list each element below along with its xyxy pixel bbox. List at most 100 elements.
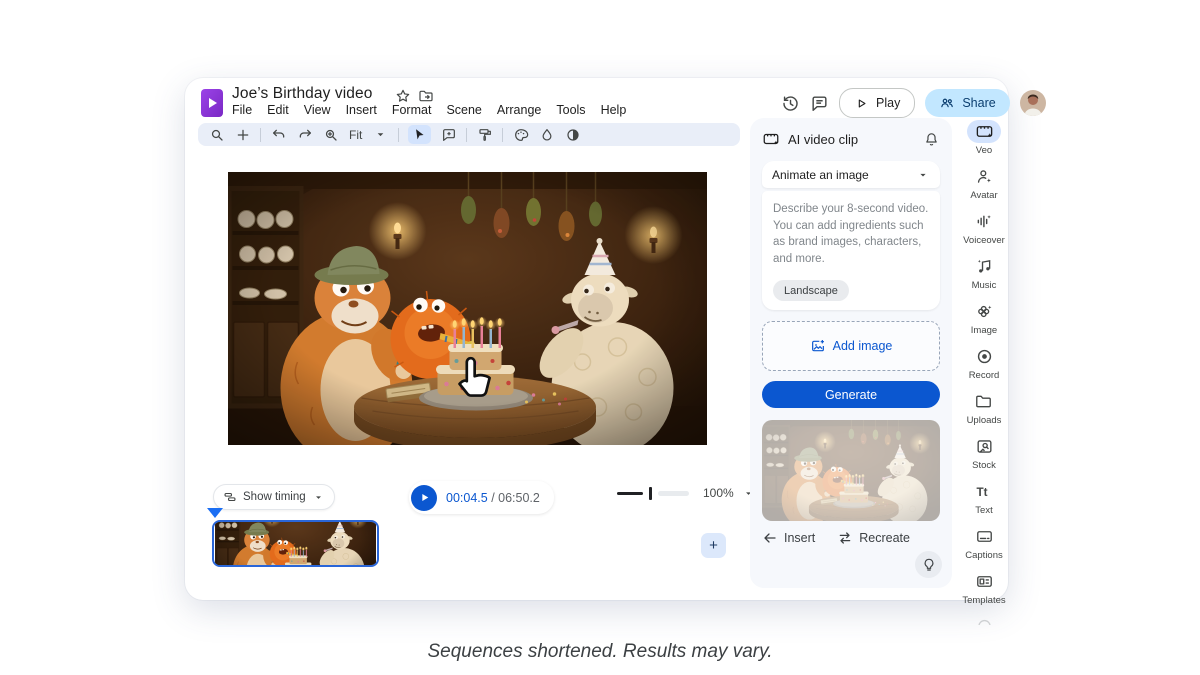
- show-timing-label: Show timing: [243, 491, 306, 503]
- text-icon: Tt: [967, 480, 1001, 503]
- tools-rail: Veo Avatar Voiceover Music Image Record: [960, 120, 1008, 625]
- aspect-ratio-chip[interactable]: Landscape: [773, 280, 849, 301]
- rail-item-uploads[interactable]: Uploads: [967, 390, 1002, 426]
- prompt-placeholder: Describe your 8-second video. You can ad…: [773, 201, 929, 268]
- user-avatar[interactable]: [1020, 90, 1046, 116]
- menu-arrange[interactable]: Arrange: [497, 103, 541, 117]
- redo-icon[interactable]: [296, 126, 313, 143]
- rail-item-music[interactable]: Music: [967, 255, 1001, 291]
- svg-text:Tt: Tt: [977, 485, 988, 498]
- add-image-label: Add image: [833, 339, 893, 353]
- recreate-button[interactable]: Recreate: [837, 530, 910, 546]
- rail-item-text[interactable]: Tt Text: [967, 480, 1001, 516]
- mode-select-dropdown[interactable]: Animate an image: [762, 161, 940, 188]
- filmstrip-scene-thumbnail[interactable]: [212, 520, 379, 567]
- veo-icon: [967, 120, 1001, 143]
- templates-icon: [967, 570, 1001, 593]
- generated-preview-thumbnail[interactable]: [762, 420, 940, 521]
- menu-tools[interactable]: Tools: [556, 103, 585, 117]
- rail-item-captions[interactable]: Captions: [965, 525, 1003, 561]
- rail-item-veo[interactable]: Veo: [967, 120, 1001, 156]
- select-cursor-tool[interactable]: [408, 125, 431, 144]
- music-icon: [967, 255, 1001, 278]
- playback-control: 00:04.5 / 06:50.2: [409, 481, 554, 514]
- menu-scene[interactable]: Scene: [446, 103, 481, 117]
- palette-icon[interactable]: [512, 126, 529, 143]
- comment-icon[interactable]: [810, 94, 829, 113]
- chevron-down-icon: [312, 491, 325, 504]
- zoom-slider-thumb[interactable]: [649, 487, 652, 500]
- chevron-down-icon: [916, 168, 930, 182]
- disclaimer-caption: Sequences shortened. Results may vary.: [0, 641, 1200, 663]
- menu-file[interactable]: File: [232, 103, 252, 117]
- pointer-cursor-icon: [453, 354, 499, 400]
- move-folder-icon[interactable]: [418, 88, 434, 104]
- captions-icon: [967, 525, 1001, 548]
- generate-button[interactable]: Generate: [762, 381, 940, 408]
- bell-icon[interactable]: [923, 131, 940, 148]
- paint-roller-icon[interactable]: [476, 126, 493, 143]
- timeline-play-button[interactable]: [411, 485, 437, 511]
- image-gen-icon: [967, 300, 1001, 323]
- zoom-in-icon[interactable]: [322, 126, 339, 143]
- share-button[interactable]: Share: [925, 89, 1009, 117]
- zoom-level-label[interactable]: 100%: [703, 486, 734, 500]
- star-icon[interactable]: [395, 88, 411, 104]
- menu-format[interactable]: Format: [392, 103, 432, 117]
- prompt-input[interactable]: Describe your 8-second video. You can ad…: [762, 191, 940, 310]
- video-canvas[interactable]: [228, 172, 707, 445]
- zoom-slider[interactable]: [617, 492, 643, 495]
- current-time: 00:04.5: [446, 491, 488, 505]
- timeline-zoom-control: 100%: [617, 486, 755, 500]
- show-timing-button[interactable]: Show timing: [213, 484, 335, 510]
- search-icon[interactable]: [208, 126, 225, 143]
- timing-icon: [223, 490, 237, 504]
- menu-insert[interactable]: Insert: [346, 103, 377, 117]
- toolbar-divider: [398, 128, 399, 142]
- menu-bar: File Edit View Insert Format Scene Arran…: [232, 103, 626, 117]
- time-display: 00:04.5 / 06:50.2: [446, 491, 540, 505]
- app-window: Joe’s Birthday video File Edit View Inse…: [185, 78, 1008, 600]
- zoom-slider-track[interactable]: [658, 491, 689, 496]
- menu-view[interactable]: View: [304, 103, 331, 117]
- add-scene-button[interactable]: +: [701, 533, 726, 558]
- voiceover-icon: [967, 210, 1001, 233]
- document-title[interactable]: Joe’s Birthday video: [232, 85, 372, 103]
- avatar-icon: [967, 165, 1001, 188]
- rail-item-record[interactable]: Record: [967, 345, 1001, 381]
- ai-video-clip-panel: AI video clip Animate an image Describe …: [750, 118, 952, 588]
- veo-clip-icon: [762, 130, 780, 148]
- add-comment-icon[interactable]: [440, 126, 457, 143]
- stock-media-icon: [967, 435, 1001, 458]
- rail-item-avatar[interactable]: Avatar: [967, 165, 1001, 201]
- generate-label: Generate: [825, 388, 877, 402]
- rail-item-templates[interactable]: Templates: [962, 570, 1005, 606]
- add-icon[interactable]: [234, 126, 251, 143]
- background-droplet-icon[interactable]: [538, 126, 555, 143]
- menu-help[interactable]: Help: [601, 103, 627, 117]
- tips-button[interactable]: [915, 551, 942, 578]
- play-button[interactable]: Play: [839, 88, 915, 118]
- add-image-button[interactable]: Add image: [762, 321, 940, 371]
- rail-item-stock[interactable]: Stock: [967, 435, 1001, 471]
- share-label: Share: [962, 96, 995, 110]
- rail-item-image[interactable]: Image: [967, 300, 1001, 336]
- add-image-icon: [810, 338, 826, 354]
- transition-icon[interactable]: [564, 126, 581, 143]
- rail-item-voiceover[interactable]: Voiceover: [963, 210, 1005, 246]
- rail-overflow-icon: [975, 615, 994, 625]
- vids-app-icon[interactable]: [201, 89, 223, 117]
- folder-icon: [967, 390, 1001, 413]
- version-history-icon[interactable]: [781, 94, 800, 113]
- menu-edit[interactable]: Edit: [267, 103, 289, 117]
- undo-icon[interactable]: [270, 126, 287, 143]
- fit-zoom-select[interactable]: Fit: [349, 128, 362, 142]
- playhead-marker[interactable]: [207, 508, 223, 518]
- recreate-icon: [837, 530, 853, 546]
- play-icon: [418, 491, 431, 504]
- toolbar-divider: [466, 128, 467, 142]
- insert-button[interactable]: Insert: [762, 530, 815, 546]
- play-icon: [854, 96, 869, 111]
- recreate-label: Recreate: [859, 531, 910, 545]
- chevron-down-icon[interactable]: [372, 126, 389, 143]
